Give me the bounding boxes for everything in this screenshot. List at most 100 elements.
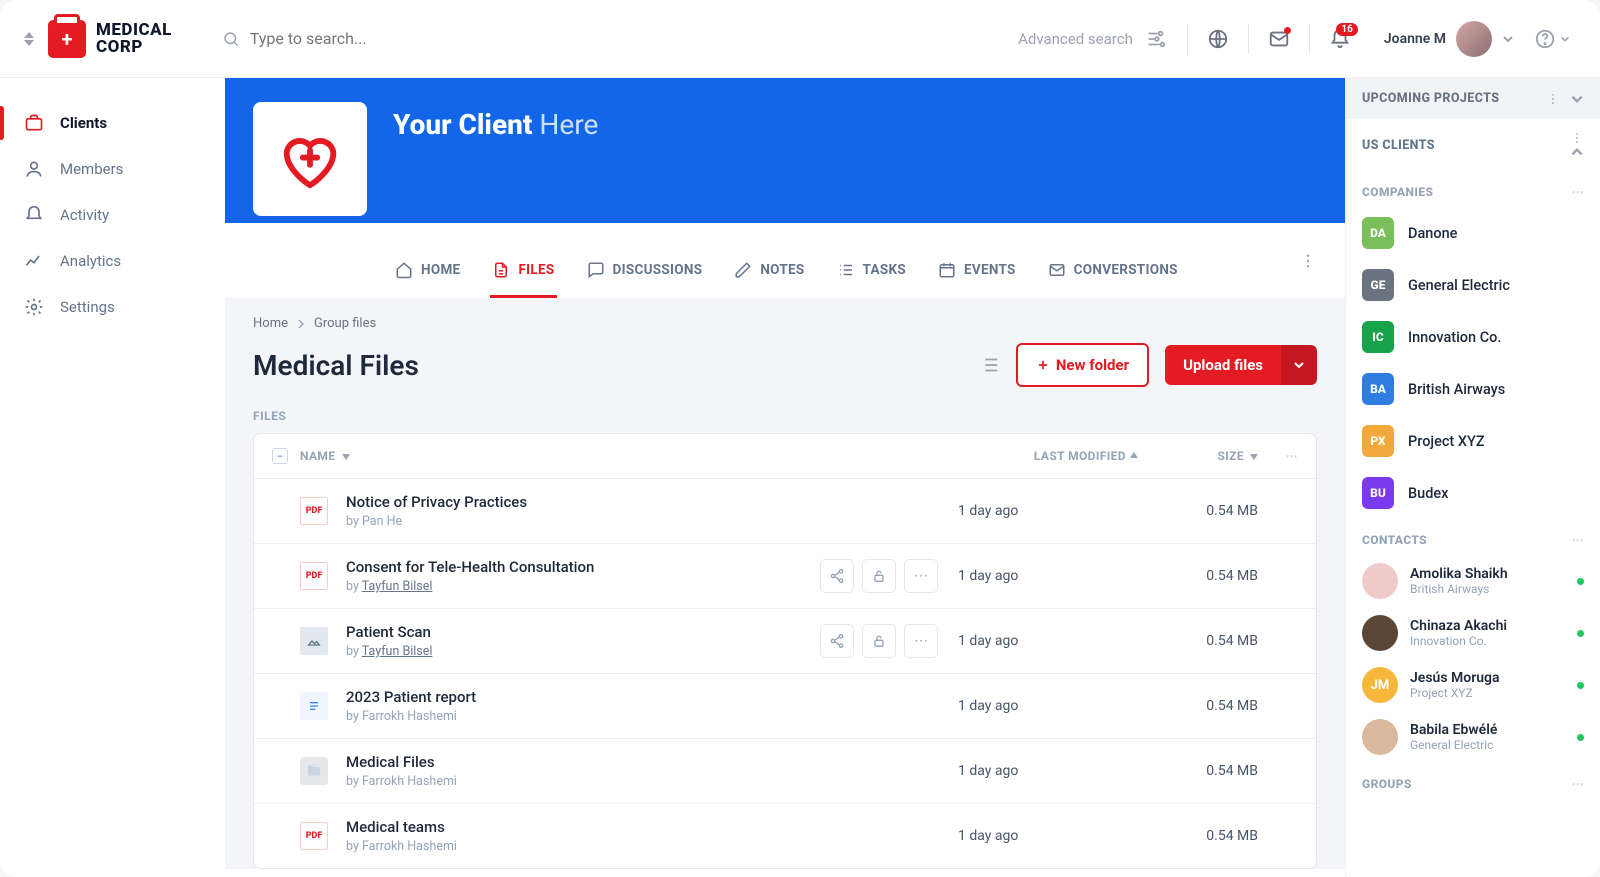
share-button[interactable] — [820, 624, 854, 658]
file-name: Medical teams — [346, 818, 457, 836]
app-switcher[interactable] — [24, 32, 34, 46]
globe-icon[interactable] — [1194, 15, 1242, 63]
chart-icon — [24, 251, 44, 271]
column-name[interactable]: NAME — [300, 449, 958, 463]
tab-bar: HOME FILES DISCUSSIONS NOTES TASKS EVENT… — [393, 251, 1180, 298]
us-clients-header[interactable]: US CLIENTS — [1346, 119, 1600, 171]
file-name: Patient Scan — [346, 623, 432, 641]
share-button[interactable] — [820, 559, 854, 593]
tab-home[interactable]: HOME — [393, 251, 462, 298]
view-list-icon[interactable] — [978, 354, 1000, 376]
logo-text: MEDICALCORP — [96, 22, 172, 56]
row-more-button[interactable]: ⋯ — [904, 624, 938, 658]
column-more[interactable]: ⋯ — [1258, 449, 1298, 463]
more-vertical-icon[interactable] — [1570, 131, 1584, 145]
lock-button[interactable] — [862, 624, 896, 658]
heart-plus-icon — [275, 124, 345, 194]
column-size[interactable]: SIZE — [1138, 449, 1258, 463]
nav-activity[interactable]: Activity — [0, 192, 224, 238]
mail-icon[interactable] — [1255, 15, 1303, 63]
chat-icon — [587, 261, 605, 279]
file-size: 0.54 MB — [1138, 828, 1258, 844]
contact-company: British Airways — [1410, 582, 1508, 596]
nav-analytics[interactable]: Analytics — [0, 238, 224, 284]
tab-tasks[interactable]: TASKS — [835, 251, 908, 298]
table-row[interactable]: Patient Scan by Tayfun Bilsel ⋯ 1 day ag… — [254, 608, 1316, 673]
tab-discussions[interactable]: DISCUSSIONS — [585, 251, 705, 298]
column-modified[interactable]: LAST MODIFIED — [958, 449, 1138, 463]
tab-notes[interactable]: NOTES — [732, 251, 806, 298]
nav-clients[interactable]: Clients — [0, 100, 224, 146]
help-icon[interactable] — [1528, 15, 1576, 63]
lock-button[interactable] — [862, 559, 896, 593]
contact-company: Innovation Co. — [1410, 634, 1507, 648]
company-badge: BA — [1362, 373, 1394, 405]
logo[interactable]: + MEDICALCORP — [48, 20, 172, 58]
search-input[interactable] — [250, 29, 550, 48]
more-horizontal-icon[interactable]: ⋯ — [1572, 777, 1584, 791]
tab-conversations[interactable]: CONVERSTIONS — [1046, 251, 1180, 298]
user-menu[interactable]: Joanne M — [1384, 21, 1514, 57]
advanced-search[interactable]: Advanced search — [1018, 28, 1167, 50]
company-badge: PX — [1362, 425, 1394, 457]
contact-item[interactable]: Babila Ebwélé General Electric — [1346, 711, 1600, 763]
avatar — [1456, 21, 1492, 57]
tab-more[interactable] — [1289, 242, 1327, 280]
company-badge: GE — [1362, 269, 1394, 301]
company-badge: DA — [1362, 217, 1394, 249]
company-item[interactable]: BU Budex — [1346, 467, 1600, 519]
nav-settings[interactable]: Settings — [0, 284, 224, 330]
file-modified: 1 day ago — [958, 503, 1138, 519]
table-row[interactable]: Medical Files by Farrokh Hashemi 1 day a… — [254, 738, 1316, 803]
image-icon — [300, 627, 328, 655]
list-icon — [837, 261, 855, 279]
row-more-button[interactable]: ⋯ — [904, 559, 938, 593]
new-folder-button[interactable]: New folder — [1016, 343, 1149, 387]
contact-name: Babila Ebwélé — [1410, 722, 1497, 738]
chevron-up-icon[interactable] — [1570, 145, 1584, 159]
table-row[interactable]: PDF Medical teams by Farrokh Hashemi 1 d… — [254, 803, 1316, 868]
upcoming-projects-header[interactable]: UPCOMING PROJECTS — [1346, 78, 1600, 119]
file-modified: 1 day ago — [958, 698, 1138, 714]
client-banner: Your Client Here — [225, 78, 1345, 223]
upload-files-button[interactable]: Upload files — [1165, 345, 1281, 385]
contact-item[interactable]: Chinaza Akachi Innovation Co. — [1346, 607, 1600, 659]
file-size: 0.54 MB — [1138, 698, 1258, 714]
presence-dot — [1577, 578, 1584, 585]
more-horizontal-icon[interactable]: ⋯ — [1572, 185, 1584, 199]
company-item[interactable]: DA Danone — [1346, 207, 1600, 259]
company-item[interactable]: GE General Electric — [1346, 259, 1600, 311]
sidebar: Clients Members Activity Analytics Setti… — [0, 78, 225, 877]
company-item[interactable]: IC Innovation Co. — [1346, 311, 1600, 363]
avatar — [1362, 563, 1398, 599]
table-row[interactable]: PDF Consent for Tele-Health Consultation… — [254, 543, 1316, 608]
bell-outline-icon — [24, 205, 44, 225]
more-horizontal-icon[interactable]: ⋯ — [1572, 533, 1584, 547]
contact-item[interactable]: Amolika Shaikh British Airways — [1346, 555, 1600, 607]
company-item[interactable]: BA British Airways — [1346, 363, 1600, 415]
breadcrumb-home[interactable]: Home — [253, 316, 288, 331]
company-name: Innovation Co. — [1408, 329, 1501, 346]
tab-events[interactable]: EVENTS — [936, 251, 1018, 298]
file-size: 0.54 MB — [1138, 568, 1258, 584]
table-row[interactable]: PDF Notice of Privacy Practices by Pan H… — [254, 478, 1316, 543]
contact-item[interactable]: JM Jesús Moruga Project XYZ — [1346, 659, 1600, 711]
file-author: by Farrokh Hashemi — [346, 839, 457, 854]
table-row[interactable]: 2023 Patient report by Farrokh Hashemi 1… — [254, 673, 1316, 738]
chevron-down-icon[interactable] — [1570, 92, 1584, 106]
contacts-label: CONTACTS⋯ — [1346, 519, 1600, 555]
nav-members[interactable]: Members — [0, 146, 224, 192]
topbar: + MEDICALCORP Advanced search — [0, 0, 1600, 78]
upload-dropdown[interactable] — [1281, 345, 1317, 385]
file-icon — [492, 261, 510, 279]
contact-name: Chinaza Akachi — [1410, 618, 1507, 634]
file-modified: 1 day ago — [958, 763, 1138, 779]
files-section-label: FILES — [253, 409, 1317, 423]
select-all-checkbox[interactable]: − — [272, 448, 288, 464]
more-vertical-icon[interactable] — [1546, 92, 1560, 106]
file-author: by Tayfun Bilsel — [346, 644, 432, 659]
bell-icon[interactable]: 16 — [1316, 15, 1364, 63]
file-name: 2023 Patient report — [346, 688, 476, 706]
company-item[interactable]: PX Project XYZ — [1346, 415, 1600, 467]
tab-files[interactable]: FILES — [490, 251, 556, 298]
